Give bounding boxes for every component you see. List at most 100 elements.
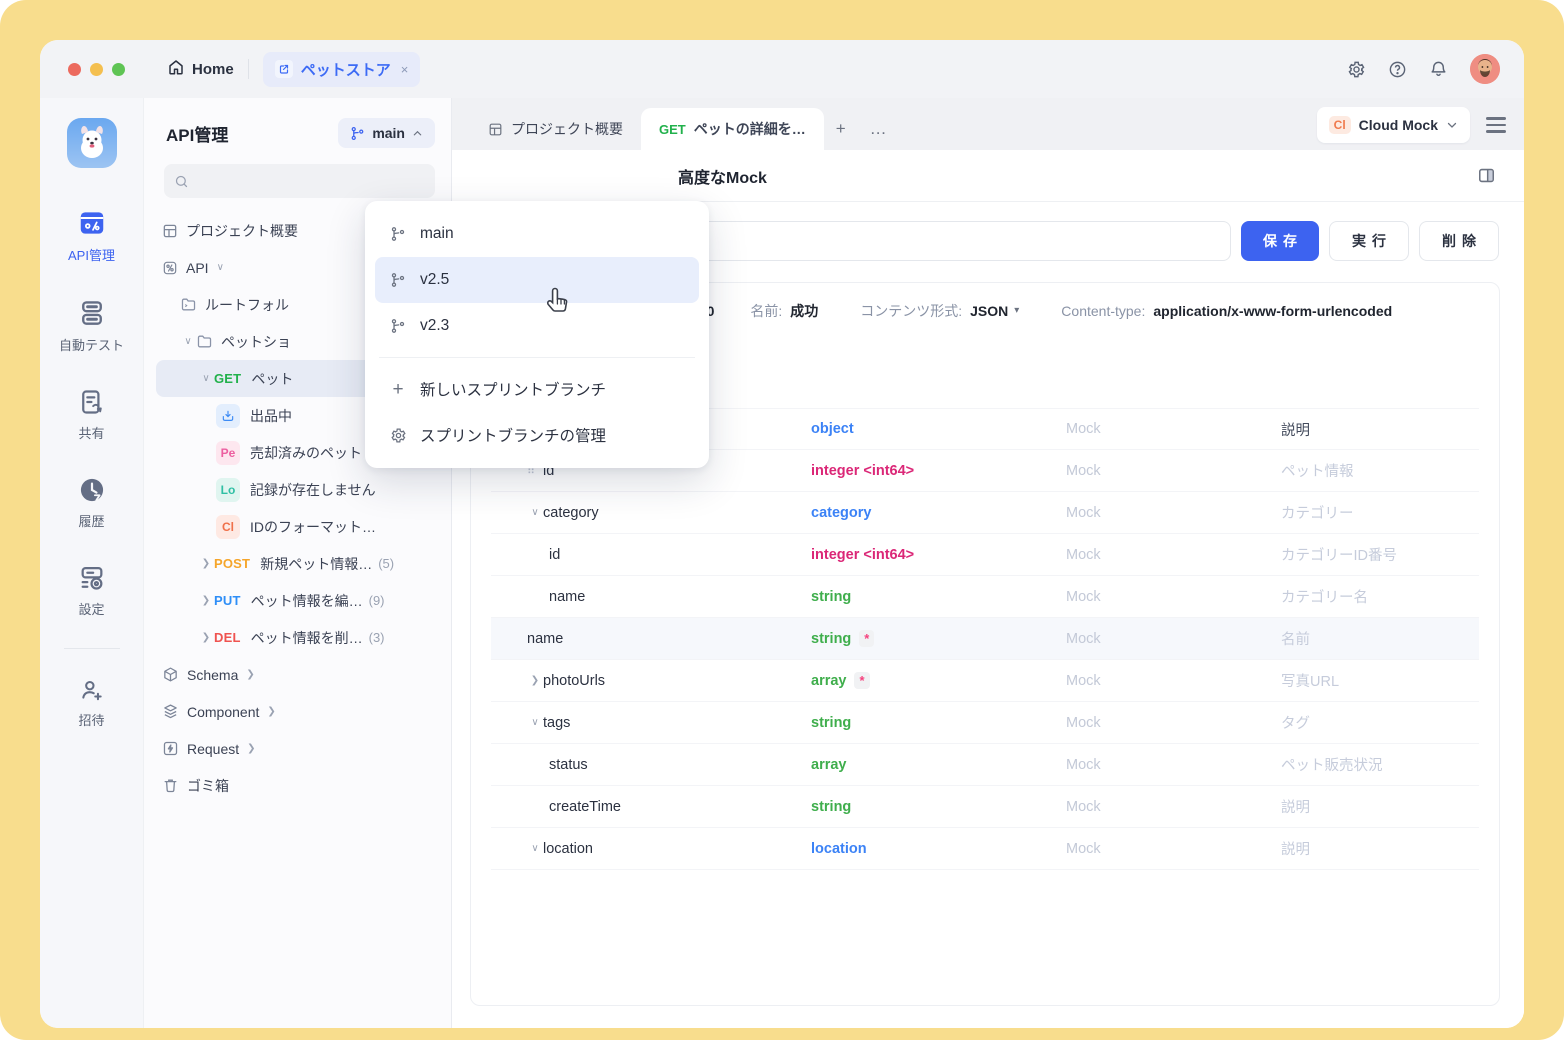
field-type-cell[interactable]: integer <int64> bbox=[811, 547, 1066, 563]
tree-item-Component[interactable]: Component❯ bbox=[156, 693, 441, 730]
manage-sprint-branch-button[interactable]: スプリントブランチの管理 bbox=[375, 412, 699, 458]
field-name-cell[interactable]: ∨tags bbox=[491, 715, 811, 731]
delete-button[interactable]: 削除 bbox=[1419, 221, 1499, 261]
new-tab-button[interactable]: + bbox=[824, 108, 858, 150]
close-window-button[interactable] bbox=[68, 63, 81, 76]
minimize-window-button[interactable] bbox=[90, 63, 103, 76]
field-type-cell[interactable]: integer <int64> bbox=[811, 463, 1066, 479]
field-name-cell[interactable]: id bbox=[491, 547, 811, 563]
chevron-right-icon[interactable]: ❯ bbox=[198, 558, 214, 569]
field-type-cell[interactable]: string bbox=[811, 589, 1066, 605]
chevron-down-icon[interactable]: ∨ bbox=[527, 717, 543, 728]
chevron-right-icon[interactable]: ❯ bbox=[246, 669, 254, 680]
field-name-cell[interactable]: ∨location bbox=[491, 841, 811, 857]
branch-option-v2.3[interactable]: v2.3 bbox=[375, 303, 699, 349]
sidebar-item-invite[interactable]: 招待 bbox=[40, 677, 143, 729]
tab-endpoint[interactable]: GET ペットの詳細を… bbox=[641, 108, 824, 150]
field-name-cell[interactable]: ❯photoUrls bbox=[491, 673, 811, 689]
sidebar-item-history[interactable]: 履歴 bbox=[40, 476, 143, 530]
field-type-cell[interactable]: array* bbox=[811, 672, 1066, 689]
chevron-down-icon[interactable]: ∨ bbox=[527, 507, 543, 518]
close-tab-icon[interactable]: × bbox=[401, 62, 409, 77]
tree-item-Request[interactable]: Request❯ bbox=[156, 730, 441, 767]
tab-project-overview[interactable]: プロジェクト概要 bbox=[470, 108, 641, 150]
chevron-down-icon[interactable]: ∨ bbox=[198, 373, 214, 384]
field-name-cell[interactable]: name bbox=[491, 631, 811, 647]
run-button[interactable]: 実行 bbox=[1329, 221, 1409, 261]
user-avatar[interactable] bbox=[1470, 54, 1500, 84]
menu-icon[interactable] bbox=[1486, 117, 1506, 132]
field-type-cell[interactable]: array bbox=[811, 757, 1066, 773]
description-cell[interactable]: 写真URL bbox=[1281, 670, 1479, 691]
description-cell[interactable]: 説明 bbox=[1281, 796, 1479, 817]
mock-cell[interactable]: Mock bbox=[1066, 505, 1281, 521]
cloud-mock-selector[interactable]: Cl Cloud Mock bbox=[1317, 107, 1470, 143]
field-type-cell[interactable]: string bbox=[811, 799, 1066, 815]
home-button[interactable]: Home bbox=[167, 58, 234, 80]
mock-cell[interactable]: Mock bbox=[1066, 673, 1281, 689]
mock-cell[interactable]: Mock bbox=[1066, 799, 1281, 815]
description-cell[interactable]: タグ bbox=[1281, 712, 1479, 733]
description-cell[interactable]: カテゴリー bbox=[1281, 502, 1479, 523]
description-cell[interactable]: ペット販売状況 bbox=[1281, 754, 1479, 775]
mock-cell[interactable]: Mock bbox=[1066, 757, 1281, 773]
field-type-cell[interactable]: object bbox=[811, 421, 1066, 437]
tree-item-ゴミ箱[interactable]: ゴミ箱 bbox=[156, 767, 441, 804]
field-name-cell[interactable]: name bbox=[491, 589, 811, 605]
tree-item-Schema[interactable]: Schema❯ bbox=[156, 656, 441, 693]
chevron-right-icon[interactable]: ❯ bbox=[247, 743, 255, 754]
chevron-down-icon[interactable]: ∨ bbox=[217, 262, 224, 273]
new-sprint-branch-button[interactable]: +新しいスプリントブランチ bbox=[375, 366, 699, 412]
chevron-right-icon[interactable]: ❯ bbox=[198, 632, 214, 643]
sidebar-item-api[interactable]: API管理 bbox=[40, 208, 143, 264]
field-type-cell[interactable]: location bbox=[811, 841, 1066, 857]
help-icon[interactable] bbox=[1388, 60, 1407, 79]
gear-icon[interactable] bbox=[1347, 60, 1366, 79]
description-cell[interactable]: カテゴリーID番号 bbox=[1281, 544, 1479, 565]
chevron-right-icon[interactable]: ❯ bbox=[198, 595, 214, 606]
mock-cell[interactable]: Mock bbox=[1066, 631, 1281, 647]
chevron-right-icon[interactable]: ❯ bbox=[527, 675, 543, 686]
description-cell[interactable]: 名前 bbox=[1281, 628, 1479, 649]
mock-cell[interactable]: Mock bbox=[1066, 715, 1281, 731]
field-name-cell[interactable]: createTime bbox=[491, 799, 811, 815]
tree-item-del[interactable]: ❯DELペット情報を削…(3) bbox=[156, 619, 441, 656]
mock-cell[interactable]: Mock bbox=[1066, 421, 1281, 437]
split-panel-icon[interactable] bbox=[1477, 166, 1496, 185]
chevron-right-icon[interactable]: ❯ bbox=[267, 706, 275, 717]
field-type-cell[interactable]: category bbox=[811, 505, 1066, 521]
branch-option-v2.5[interactable]: v2.5 bbox=[375, 257, 699, 303]
description-cell[interactable]: 説明 bbox=[1281, 838, 1479, 859]
mock-cell[interactable]: Mock bbox=[1066, 841, 1281, 857]
sidebar-item-share[interactable]: 共有 bbox=[40, 388, 143, 442]
mock-cell[interactable]: Mock bbox=[1066, 463, 1281, 479]
tree-item-記録が存在しません[interactable]: Lo記録が存在しません bbox=[156, 471, 441, 508]
sidebar-item-settings[interactable]: 設定 bbox=[40, 564, 143, 618]
description-cell[interactable]: カテゴリー名 bbox=[1281, 586, 1479, 607]
mock-cell[interactable]: Mock bbox=[1066, 589, 1281, 605]
branch-selector-button[interactable]: main bbox=[338, 118, 435, 148]
description-cell[interactable]: 説明 bbox=[1281, 419, 1479, 440]
bell-icon[interactable] bbox=[1429, 60, 1448, 79]
workspace-tab[interactable]: ペットストア × bbox=[263, 52, 421, 87]
description-cell[interactable]: ペット情報 bbox=[1281, 460, 1479, 481]
chevron-down-icon[interactable]: ∨ bbox=[527, 843, 543, 854]
window-controls[interactable] bbox=[68, 63, 125, 76]
tree-item-post[interactable]: ❯POST新規ペット情報…(5) bbox=[156, 545, 441, 582]
maximize-window-button[interactable] bbox=[112, 63, 125, 76]
save-button[interactable]: 保存 bbox=[1241, 221, 1319, 261]
tree-item-put[interactable]: ❯PUTペット情報を編…(9) bbox=[156, 582, 441, 619]
field-type-cell[interactable]: string bbox=[811, 715, 1066, 731]
project-logo[interactable] bbox=[67, 118, 117, 168]
branch-option-main[interactable]: main bbox=[375, 211, 699, 257]
mock-cell[interactable]: Mock bbox=[1066, 547, 1281, 563]
field-type-cell[interactable]: string* bbox=[811, 630, 1066, 647]
field-name-cell[interactable]: ∨category bbox=[491, 505, 811, 521]
sidebar-item-auto-test[interactable]: 自動テスト bbox=[40, 298, 143, 354]
search-input[interactable] bbox=[164, 164, 435, 198]
mock-expression-input[interactable]: } bbox=[650, 221, 1231, 261]
chevron-down-icon[interactable]: ∨ bbox=[180, 336, 196, 347]
tab-more-button[interactable]: … bbox=[858, 108, 899, 150]
field-name-cell[interactable]: status bbox=[491, 757, 811, 773]
tree-item-IDのフォーマット…[interactable]: ClIDのフォーマット… bbox=[156, 508, 441, 545]
